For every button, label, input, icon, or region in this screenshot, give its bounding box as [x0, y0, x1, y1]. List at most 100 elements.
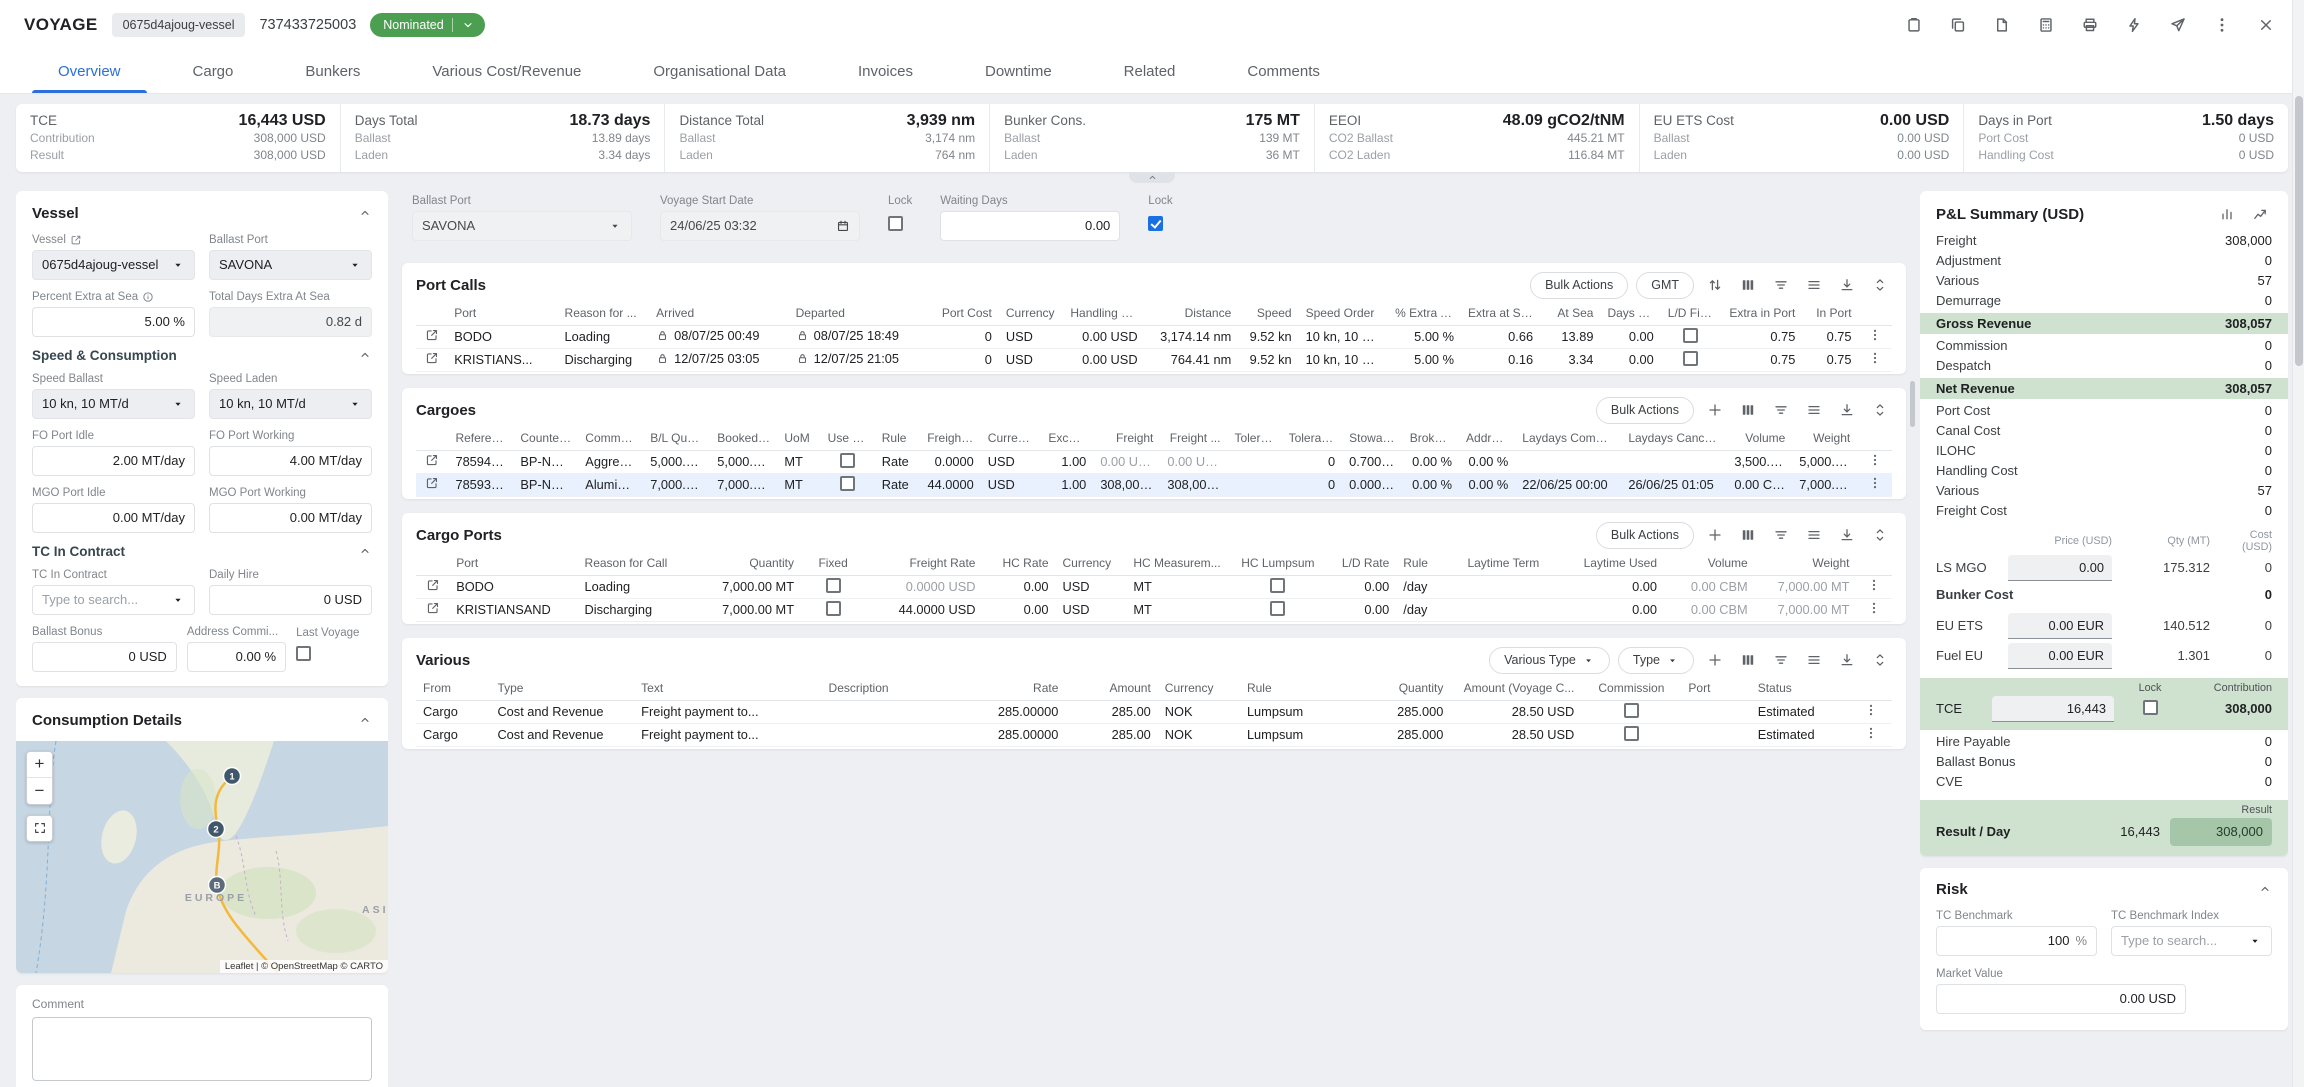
tab-organisational-data[interactable]: Organisational Data: [617, 50, 822, 93]
column-header[interactable]: Referen...: [448, 428, 513, 451]
column-header[interactable]: Rule: [1240, 678, 1353, 701]
columns-icon[interactable]: [1735, 648, 1760, 673]
status-badge[interactable]: Nominated: [370, 13, 484, 37]
chevron-up-icon[interactable]: [358, 206, 372, 220]
table-row[interactable]: 785932...BP-NAM...Alumini...7,000.0007,0…: [416, 473, 1892, 496]
fo-port-working-input[interactable]: 4.00 MT/day: [209, 446, 372, 476]
speed-ballast-select[interactable]: 10 kn, 10 MT/d: [32, 389, 195, 419]
row-checkbox[interactable]: [840, 476, 855, 491]
tc-contract-search-select[interactable]: Type to search...: [32, 585, 195, 615]
fullscreen-button[interactable]: [26, 815, 53, 842]
ets-price-input[interactable]: 0.00 EUR: [2008, 613, 2112, 639]
row-checkbox[interactable]: [1683, 328, 1698, 343]
tab-cargo[interactable]: Cargo: [157, 50, 270, 93]
mgo-port-working-input[interactable]: 0.00 MT/day: [209, 503, 372, 533]
column-header[interactable]: Freight Rate: [865, 553, 982, 576]
speed-laden-select[interactable]: 10 kn, 10 MT/d: [209, 389, 372, 419]
table-row[interactable]: 785943...BP-NAM...Aggrega...5,000.0005,0…: [416, 450, 1892, 473]
column-header[interactable]: Arrived: [649, 303, 788, 326]
result-input[interactable]: 308,000: [2170, 818, 2272, 846]
calendar-icon[interactable]: [836, 219, 850, 233]
menu-icon[interactable]: [1801, 648, 1826, 673]
columns-icon[interactable]: [1735, 523, 1760, 548]
column-header[interactable]: Currency: [981, 428, 1042, 451]
filter-icon[interactable]: [1768, 273, 1793, 298]
percent-extra-input[interactable]: 5.00 %: [32, 307, 195, 337]
column-header[interactable]: Handling C...: [1063, 303, 1144, 326]
column-header[interactable]: Commo...: [578, 428, 643, 451]
row-checkbox[interactable]: [1270, 578, 1285, 593]
trend-chart-icon[interactable]: [2247, 202, 2272, 227]
plus-icon[interactable]: [1702, 648, 1727, 673]
column-header[interactable]: Currency: [1056, 553, 1127, 576]
column-header[interactable]: Quantity: [1353, 678, 1451, 701]
column-header[interactable]: L/D Fixed: [1661, 303, 1721, 326]
tab-downtime[interactable]: Downtime: [949, 50, 1088, 93]
row-checkbox[interactable]: [826, 601, 841, 616]
sort-icon[interactable]: [1702, 273, 1727, 298]
download-icon[interactable]: [1834, 648, 1859, 673]
row-menu-icon[interactable]: [1868, 476, 1882, 490]
column-header[interactable]: UoM: [777, 428, 820, 451]
vessel-select[interactable]: 0675d4ajoug-vessel: [32, 250, 195, 280]
form-ballast-port-select[interactable]: SAVONA: [412, 211, 632, 241]
column-header[interactable]: Rule: [1396, 553, 1460, 576]
column-header[interactable]: Amount: [1065, 678, 1157, 701]
unfold-icon[interactable]: [1867, 398, 1892, 423]
lock-start-checkbox[interactable]: [888, 216, 903, 231]
row-checkbox[interactable]: [1270, 601, 1285, 616]
column-header[interactable]: Reason for ...: [558, 303, 650, 326]
row-checkbox[interactable]: [826, 578, 841, 593]
close-icon[interactable]: [2254, 13, 2278, 37]
open-record-icon[interactable]: [426, 601, 440, 615]
ballast-bonus-input[interactable]: 0 USD: [32, 642, 177, 672]
tab-invoices[interactable]: Invoices: [822, 50, 949, 93]
open-record-icon[interactable]: [426, 578, 440, 592]
column-header[interactable]: L/D Rate: [1323, 553, 1396, 576]
row-menu-icon[interactable]: [1868, 351, 1882, 365]
column-header[interactable]: Port: [447, 303, 557, 326]
download-icon[interactable]: [1834, 523, 1859, 548]
tc-benchmark-index-select[interactable]: Type to search...: [2111, 926, 2272, 956]
column-header[interactable]: HC Rate: [982, 553, 1055, 576]
row-menu-icon[interactable]: [1864, 726, 1878, 740]
chevron-up-icon[interactable]: [2258, 882, 2272, 896]
column-header[interactable]: Status: [1751, 678, 1851, 701]
menu-icon[interactable]: [1801, 273, 1826, 298]
type-button[interactable]: Type: [1618, 647, 1694, 674]
column-header[interactable]: Address...: [1459, 428, 1515, 451]
tab-bunkers[interactable]: Bunkers: [269, 50, 396, 93]
vessel-chip[interactable]: 0675d4ajoug-vessel: [112, 13, 246, 37]
zoom-in-button[interactable]: +: [27, 752, 52, 778]
column-header[interactable]: Reason for Call: [578, 553, 695, 576]
map-marker-ballast[interactable]: B: [209, 876, 226, 893]
column-header[interactable]: Use Ma...: [821, 428, 875, 451]
tce-lock-checkbox[interactable]: [2143, 700, 2158, 715]
column-header[interactable]: Volume: [1727, 428, 1792, 451]
open-record-icon[interactable]: [425, 453, 439, 467]
chevron-up-icon[interactable]: [358, 544, 372, 558]
download-icon[interactable]: [1834, 398, 1859, 423]
column-header[interactable]: Extra at Sea: [1461, 303, 1540, 326]
bar-chart-icon[interactable]: [2214, 202, 2239, 227]
column-header[interactable]: Laydays Cancelling: [1621, 428, 1727, 451]
column-header[interactable]: Amount (Voyage C...: [1450, 678, 1581, 701]
column-header[interactable]: Quantity: [695, 553, 801, 576]
last-voyage-checkbox[interactable]: [296, 646, 311, 661]
column-header[interactable]: Currency: [999, 303, 1064, 326]
column-header[interactable]: Freight: [1093, 428, 1160, 451]
unfold-icon[interactable]: [1867, 648, 1892, 673]
column-header[interactable]: Distance: [1145, 303, 1239, 326]
open-record-icon[interactable]: [425, 351, 439, 365]
column-header[interactable]: In Port: [1802, 303, 1858, 326]
column-header[interactable]: Commission: [1581, 678, 1681, 701]
tab-related[interactable]: Related: [1088, 50, 1212, 93]
row-menu-icon[interactable]: [1868, 453, 1882, 467]
menu-icon[interactable]: [1801, 523, 1826, 548]
column-header[interactable]: Speed Order: [1299, 303, 1389, 326]
main-scrollbar[interactable]: [1910, 381, 1915, 427]
various-type-button[interactable]: Various Type: [1489, 647, 1610, 674]
column-header[interactable]: Description: [822, 678, 953, 701]
column-header[interactable]: Freight ...: [1160, 428, 1227, 451]
window-scrollbar[interactable]: [2292, 0, 2304, 1087]
